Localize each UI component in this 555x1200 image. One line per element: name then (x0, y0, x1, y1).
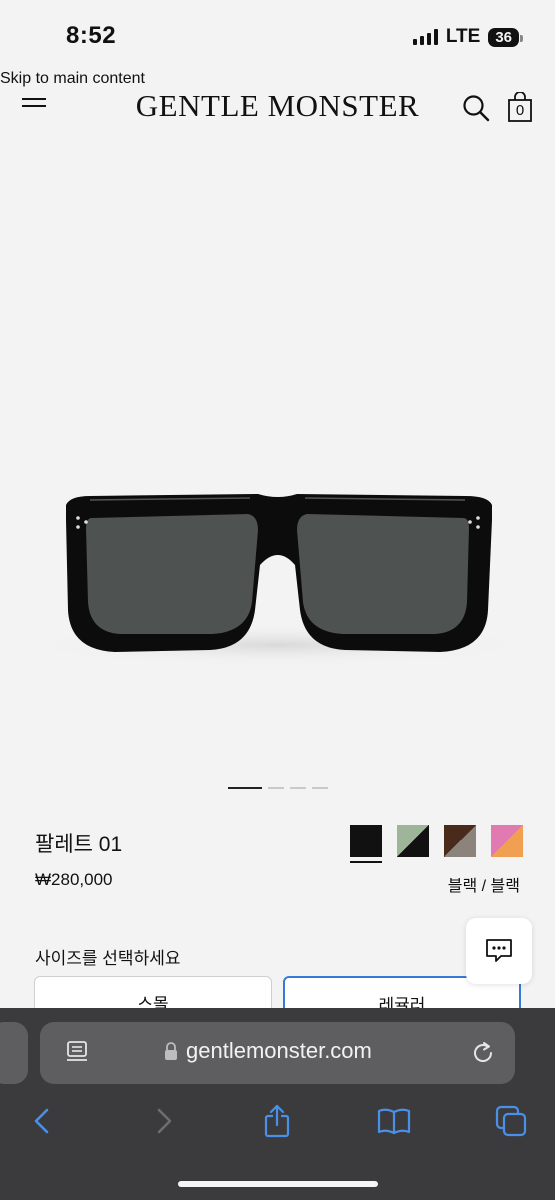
color-swatch-green-black[interactable] (397, 825, 429, 857)
carousel-dot[interactable] (312, 787, 328, 789)
reload-icon[interactable] (470, 1040, 496, 1066)
signal-icon (412, 29, 438, 45)
previous-tab[interactable] (0, 1022, 28, 1084)
color-swatch-brown-grey[interactable] (444, 825, 476, 857)
product-price: ₩280,000 (35, 870, 113, 889)
size-select-label: 사이즈를 선택하세요 (35, 949, 181, 968)
bookmarks-icon[interactable] (377, 1104, 411, 1138)
image-carousel-indicator[interactable] (228, 787, 328, 789)
status-time: 8:52 (66, 22, 117, 49)
search-icon[interactable] (462, 94, 490, 122)
forward-icon[interactable] (146, 1104, 180, 1138)
color-swatches (350, 825, 523, 863)
back-icon[interactable] (26, 1104, 60, 1138)
tabs-icon[interactable] (494, 1104, 528, 1138)
color-swatch-black[interactable] (350, 825, 382, 863)
chat-button[interactable] (466, 918, 532, 984)
chat-icon (486, 939, 512, 962)
product-image[interactable] (0, 140, 555, 780)
carousel-dot[interactable] (228, 787, 262, 789)
network-label: LTE (445, 26, 481, 47)
url-text: gentlemonster.com (186, 1038, 372, 1063)
status-indicators: LTE 36 (412, 26, 523, 48)
status-bar: 8:52 LTE 36 (0, 0, 555, 70)
share-icon[interactable] (260, 1104, 294, 1138)
browser-toolbar: gentlemonster.com (0, 1008, 555, 1200)
battery-icon: 36 (488, 27, 523, 47)
carousel-dot[interactable] (268, 787, 284, 789)
color-swatch-pink-orange[interactable] (491, 825, 523, 857)
cart-count: 0 (515, 102, 525, 119)
product-name: 팔레트 01 (35, 833, 123, 856)
carousel-dot[interactable] (290, 787, 306, 789)
lock-icon (165, 1042, 177, 1060)
site-header: GENTLE MONSTER 0 (0, 86, 555, 130)
address-bar[interactable]: gentlemonster.com (40, 1022, 515, 1084)
browser-nav-row (0, 1098, 555, 1142)
reader-icon[interactable] (66, 1040, 88, 1064)
home-indicator (178, 1181, 378, 1187)
selected-color-label: 블랙 / 블랙 (447, 878, 520, 895)
bag-icon[interactable]: 0 (508, 91, 532, 122)
